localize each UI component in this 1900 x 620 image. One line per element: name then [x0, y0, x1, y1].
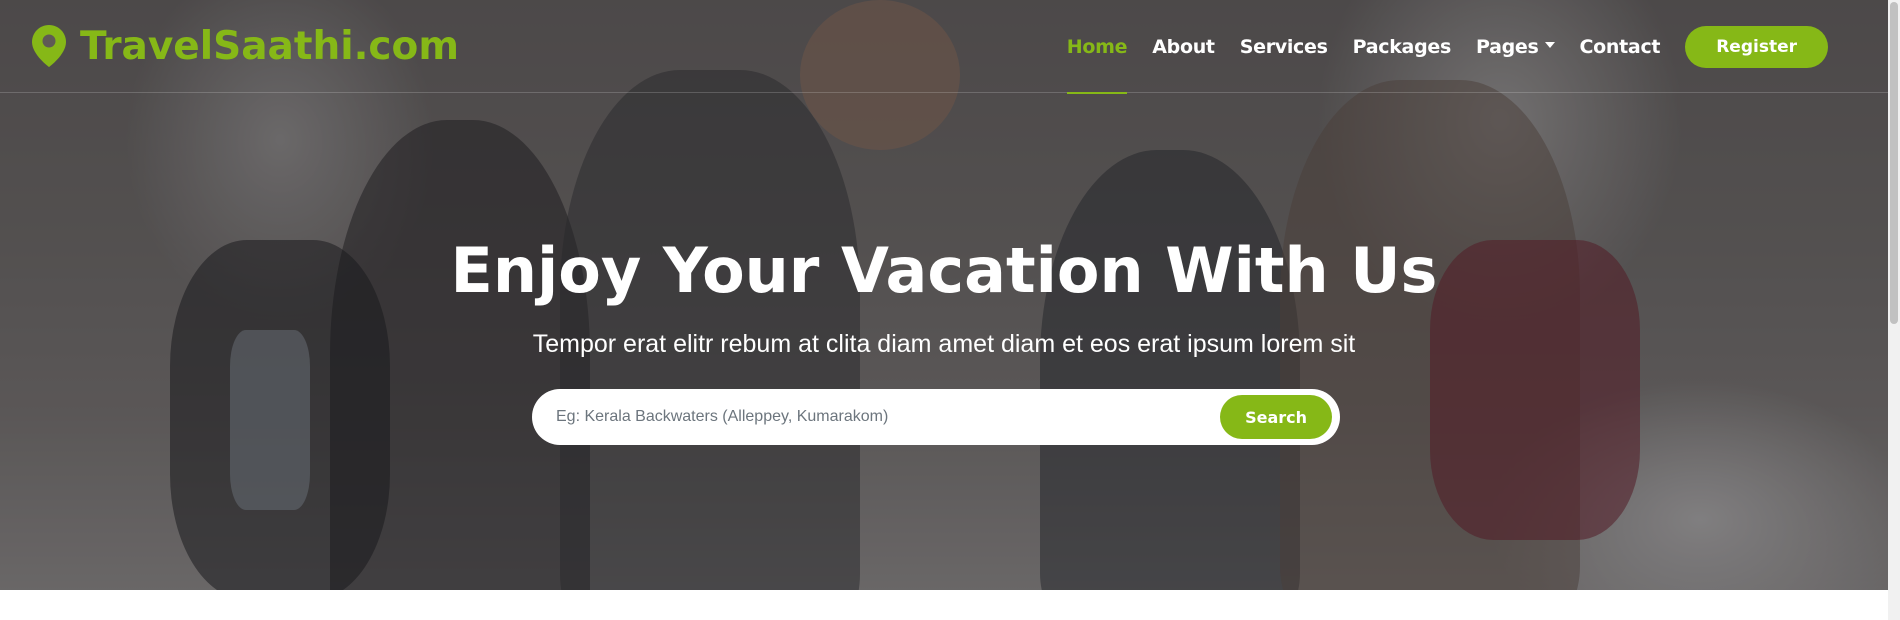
- main-nav: Home About Services Packages Pages Conta…: [1066, 0, 1888, 94]
- hero-title: Enjoy Your Vacation With Us: [450, 234, 1438, 307]
- brand-name: TravelSaathi.com: [80, 23, 459, 69]
- search-button[interactable]: Search: [1220, 395, 1332, 439]
- nav-item-services[interactable]: Services: [1240, 0, 1328, 93]
- brand-logo-link[interactable]: TravelSaathi.com: [32, 22, 459, 70]
- top-navbar: TravelSaathi.com Home About Services Pac…: [0, 0, 1888, 94]
- nav-item-home[interactable]: Home: [1066, 0, 1128, 94]
- nav-item-packages[interactable]: Packages: [1353, 0, 1452, 93]
- destination-search-box: Search: [532, 389, 1340, 445]
- nav-item-pages-label: Pages: [1475, 35, 1539, 58]
- destination-search-input[interactable]: [556, 408, 1221, 426]
- register-button[interactable]: Register: [1685, 25, 1828, 68]
- map-marker-icon: [32, 25, 66, 67]
- scrollbar-thumb[interactable]: [1890, 2, 1898, 324]
- nav-item-pages-dropdown[interactable]: Pages: [1476, 0, 1555, 93]
- page-scrollbar[interactable]: [1888, 0, 1900, 620]
- hero-section: TravelSaathi.com Home About Services Pac…: [0, 0, 1888, 590]
- nav-item-contact[interactable]: Contact: [1580, 0, 1661, 93]
- hero-subtitle: Tempor erat elitr rebum at clita diam am…: [532, 330, 1356, 358]
- nav-item-about[interactable]: About: [1152, 0, 1215, 93]
- caret-down-icon: [1544, 41, 1555, 48]
